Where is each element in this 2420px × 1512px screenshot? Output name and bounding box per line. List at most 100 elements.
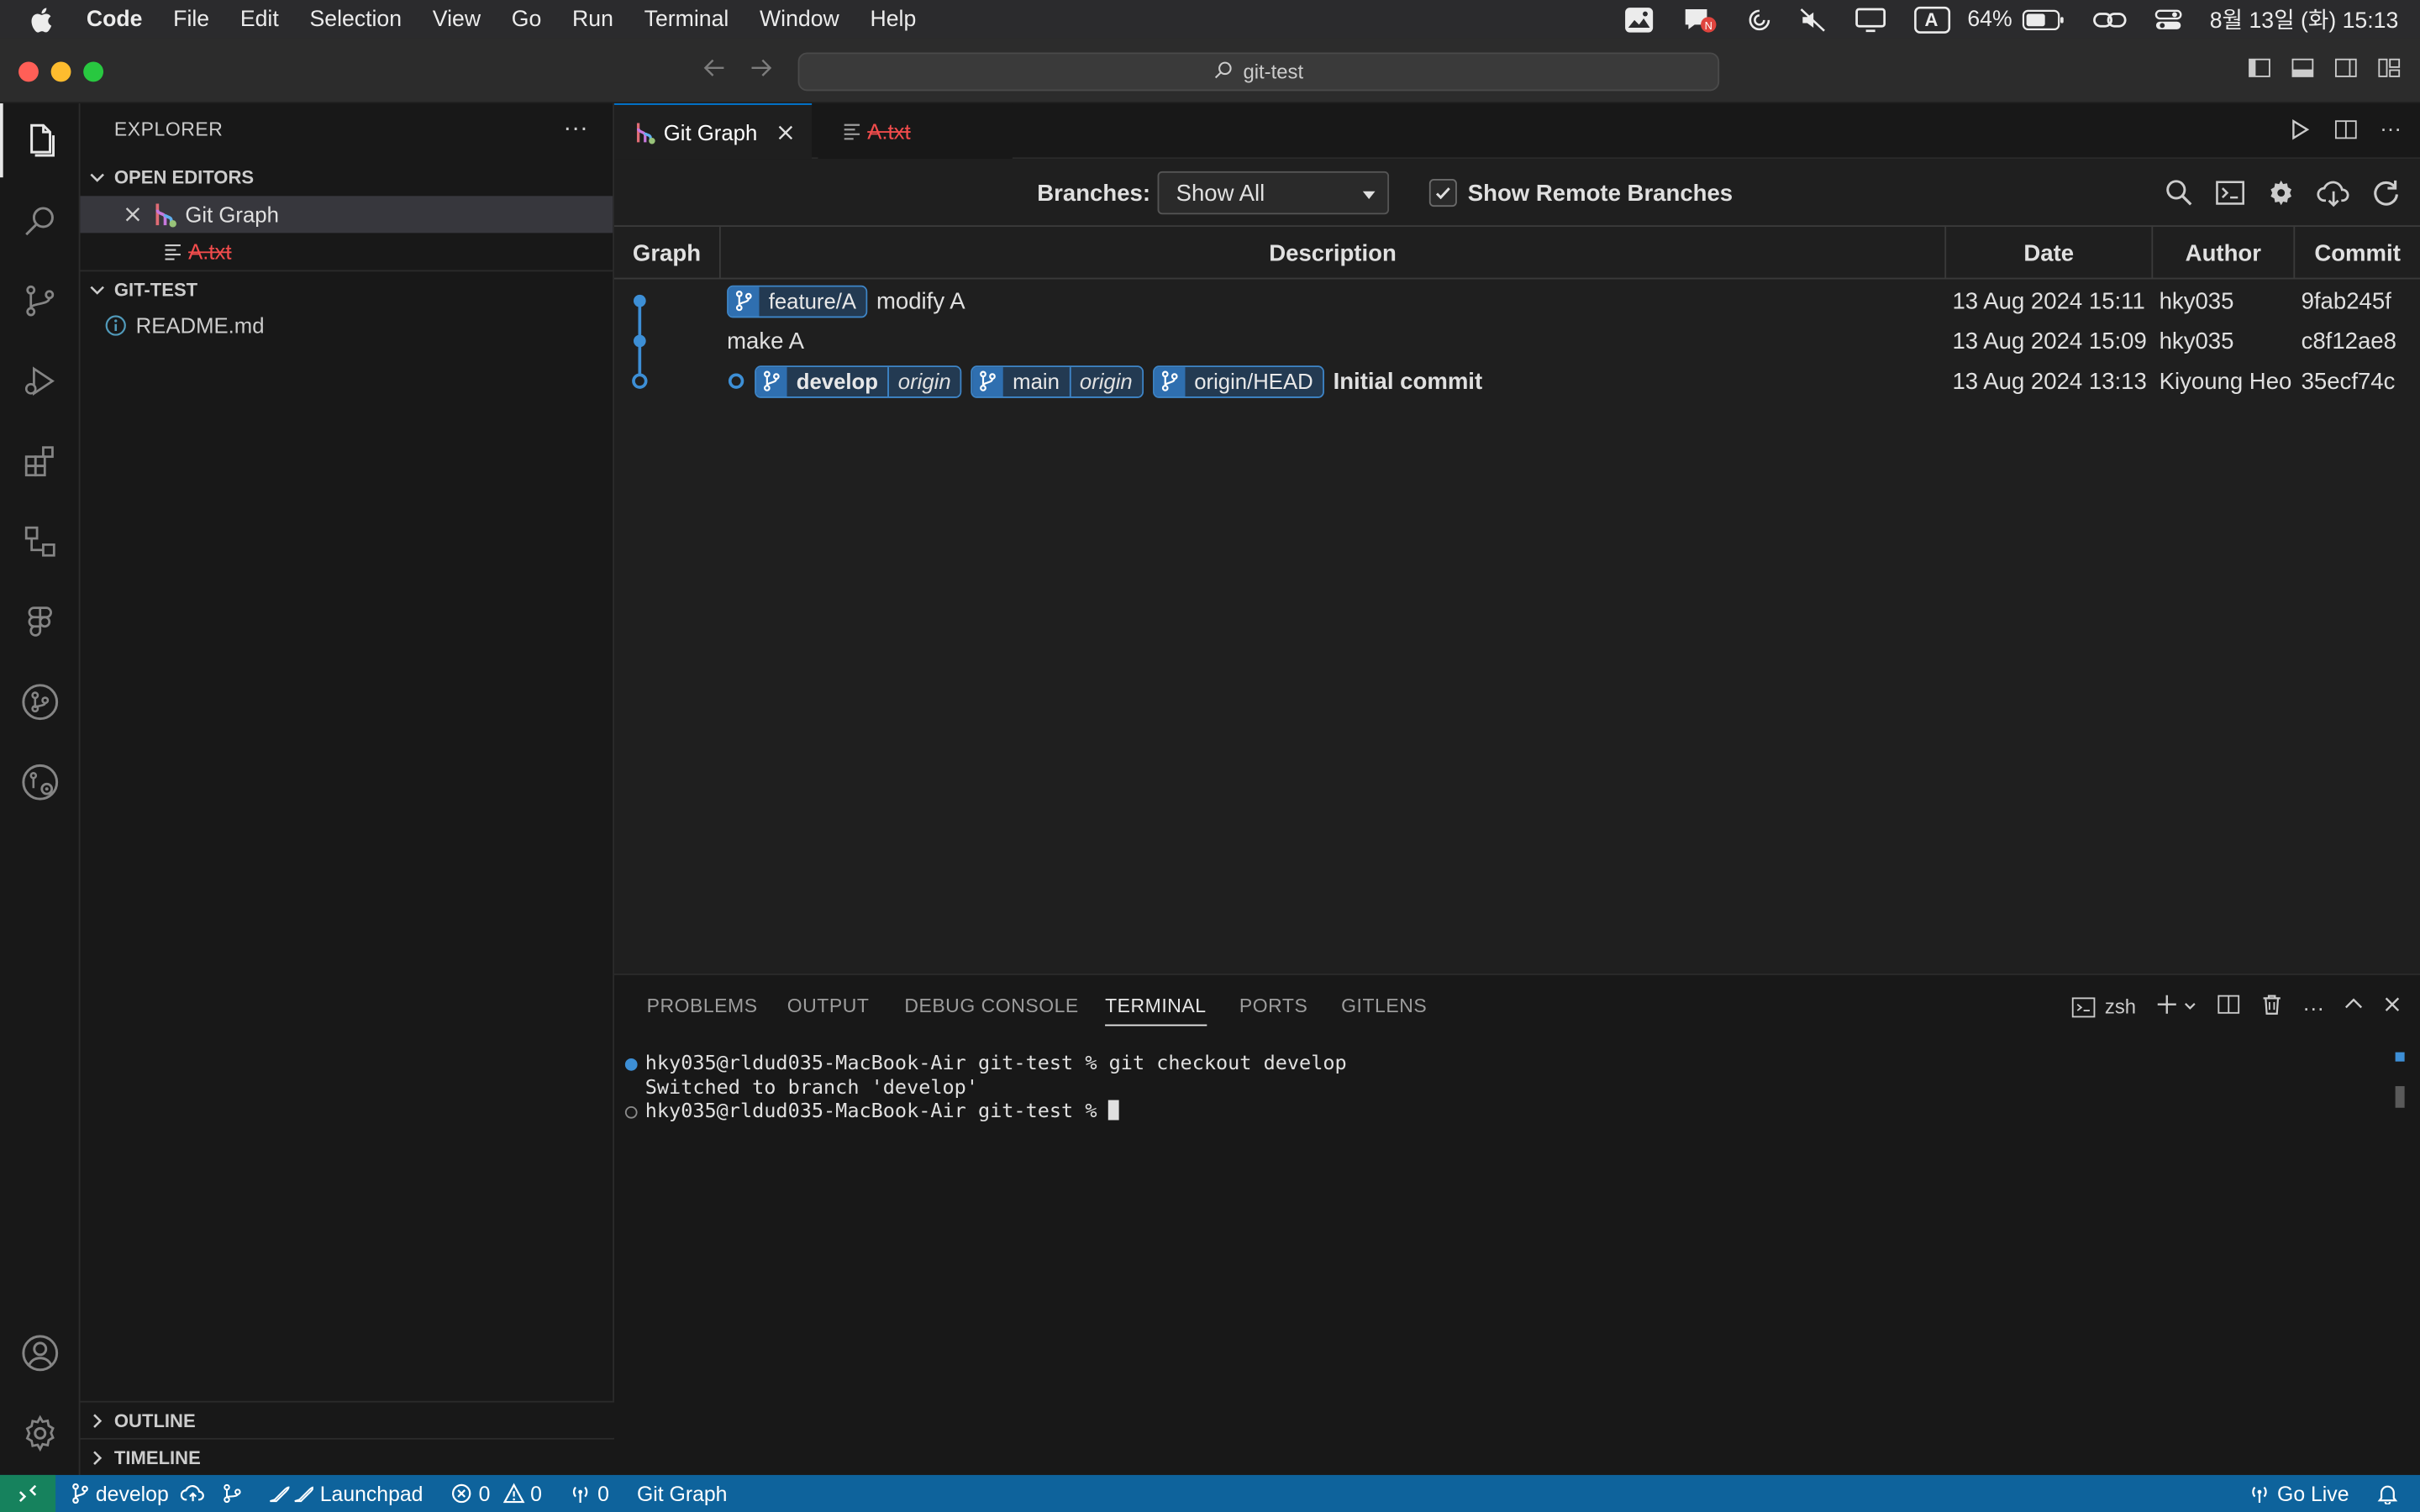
show-remote-branches-checkbox[interactable]: [1428, 179, 1457, 207]
commit-row[interactable]: make A 13 Aug 2024 15:09 hky035 c8f12ae8: [614, 321, 2420, 361]
zoom-window-button[interactable]: [83, 61, 104, 82]
panel-tab-ports[interactable]: PORTS: [1239, 995, 1307, 1017]
split-editor-icon[interactable]: [2333, 118, 2358, 150]
find-icon[interactable]: [2164, 177, 2195, 216]
tab-a-txt[interactable]: A.txt: [818, 103, 1013, 160]
toggle-secondary-sidebar-icon[interactable]: [2333, 55, 2358, 88]
remote-explorer-icon[interactable]: [0, 505, 81, 579]
branch-status[interactable]: develop: [71, 1482, 205, 1505]
more-actions-icon[interactable]: ···: [2380, 118, 2402, 150]
input-source-icon[interactable]: A: [1914, 5, 1965, 33]
photos-icon[interactable]: [1623, 5, 1655, 33]
control-center-icon[interactable]: [2154, 7, 2182, 31]
customize-layout-icon[interactable]: [2377, 55, 2402, 88]
column-graph[interactable]: Graph: [614, 227, 721, 280]
close-window-button[interactable]: [18, 61, 39, 82]
maximize-panel-icon[interactable]: [2343, 994, 2365, 1020]
close-icon[interactable]: [124, 205, 145, 223]
toggle-primary-sidebar-icon[interactable]: [2247, 55, 2271, 88]
run-icon[interactable]: [2287, 118, 2312, 150]
branch-ref-badge[interactable]: main origin: [971, 365, 1144, 397]
split-terminal-icon[interactable]: [2217, 992, 2241, 1021]
link-icon[interactable]: [2092, 7, 2127, 31]
command-center-search[interactable]: git-test: [797, 52, 1720, 92]
extensions-icon[interactable]: [0, 424, 81, 498]
source-control-icon[interactable]: [0, 264, 81, 338]
swirl-icon[interactable]: [1747, 7, 1771, 31]
ports-status[interactable]: 0: [570, 1482, 609, 1505]
refresh-icon[interactable]: [2370, 177, 2402, 216]
git-graph-icon[interactable]: [0, 665, 81, 739]
column-date[interactable]: Date: [1946, 227, 2154, 280]
toggle-panel-icon[interactable]: [2291, 55, 2315, 88]
column-description[interactable]: Description: [721, 227, 1947, 280]
fetch-cloud-icon[interactable]: [2317, 177, 2350, 216]
new-terminal-icon[interactable]: [2154, 992, 2179, 1021]
settings-icon[interactable]: [2265, 177, 2296, 216]
outline-section-header[interactable]: OUTLINE: [80, 1400, 615, 1438]
search-view-icon[interactable]: [0, 184, 81, 258]
forward-arrow-icon[interactable]: [749, 55, 773, 88]
menu-run[interactable]: Run: [572, 7, 613, 31]
panel-tab-terminal[interactable]: TERMINAL: [1105, 995, 1207, 1026]
menu-edit[interactable]: Edit: [240, 7, 279, 31]
panel-tab-problems[interactable]: PROBLEMS: [647, 995, 758, 1017]
open-editor-git-graph[interactable]: Git Graph: [80, 196, 613, 234]
menu-help[interactable]: Help: [871, 7, 917, 31]
git-graph-status[interactable]: Git Graph: [637, 1482, 728, 1505]
chevron-down-icon[interactable]: [2182, 995, 2197, 1019]
terminal-icon[interactable]: [2215, 177, 2246, 216]
branch-ref-badge[interactable]: origin/HEAD: [1152, 365, 1324, 397]
minimize-window-button[interactable]: [50, 61, 71, 82]
panel-tab-gitlens[interactable]: GITLENS: [1341, 995, 1427, 1017]
terminal-shell-selector[interactable]: zsh: [2070, 995, 2136, 1019]
go-live-status[interactable]: Go Live: [2249, 1482, 2349, 1505]
menu-go[interactable]: Go: [512, 7, 542, 31]
panel-tab-debug-console[interactable]: DEBUG CONSOLE: [904, 995, 1078, 1017]
terminal-scrollbar[interactable]: [2395, 1052, 2405, 1114]
timeline-section-header[interactable]: TIMELINE: [80, 1437, 615, 1475]
commit-row[interactable]: develop origin main origin origin/HEAD I…: [614, 361, 2420, 402]
settings-gear-icon[interactable]: [0, 1396, 81, 1470]
explorer-icon[interactable]: [0, 103, 81, 178]
panel-tab-output[interactable]: OUTPUT: [787, 995, 870, 1017]
column-commit[interactable]: Commit: [2295, 227, 2420, 279]
close-panel-icon[interactable]: [2383, 995, 2402, 1019]
clock[interactable]: 8월 13일 (화) 15:13: [2210, 3, 2399, 36]
column-author[interactable]: Author: [2153, 227, 2296, 280]
figma-icon[interactable]: [0, 585, 81, 659]
folder-header[interactable]: GIT-TEST: [80, 270, 613, 307]
trash-icon[interactable]: [2260, 992, 2284, 1021]
more-actions-icon[interactable]: ···: [563, 116, 587, 144]
menu-selection[interactable]: Selection: [309, 7, 402, 31]
messages-icon[interactable]: N: [1682, 5, 1719, 33]
more-actions-icon[interactable]: ···: [2302, 995, 2324, 1019]
menu-app-name[interactable]: Code: [87, 7, 143, 31]
commit-row[interactable]: feature/A modify A 13 Aug 2024 15:11 hky…: [614, 281, 2420, 321]
git-graph-status-icon[interactable]: [221, 1483, 245, 1504]
launchpad-status[interactable]: Launchpad: [267, 1482, 423, 1505]
display-icon[interactable]: [1855, 7, 1886, 32]
accounts-icon[interactable]: [0, 1316, 81, 1390]
gitlens-icon[interactable]: [0, 745, 81, 819]
notifications-bell-icon[interactable]: [2377, 1483, 2399, 1504]
branch-ref-badge[interactable]: feature/A: [727, 284, 867, 318]
show-remote-branches-label[interactable]: Show Remote Branches: [1468, 181, 1733, 207]
problems-status[interactable]: 0 0: [451, 1482, 542, 1505]
open-editor-a-txt[interactable]: A.txt: [81, 233, 613, 270]
command-decoration-icon[interactable]: [624, 1105, 638, 1119]
branch-ref-badge[interactable]: develop origin: [755, 365, 962, 397]
tab-git-graph[interactable]: Git Graph: [614, 103, 813, 160]
menu-file[interactable]: File: [173, 7, 209, 31]
command-decoration-icon[interactable]: [624, 1058, 638, 1071]
run-debug-icon[interactable]: [0, 344, 81, 418]
battery-icon[interactable]: [2022, 8, 2065, 30]
menu-window[interactable]: Window: [760, 7, 839, 31]
branches-dropdown[interactable]: Show All: [1157, 171, 1390, 215]
menu-terminal[interactable]: Terminal: [644, 7, 729, 31]
close-tab-icon[interactable]: [776, 123, 794, 141]
open-editors-header[interactable]: OPEN EDITORS: [81, 159, 613, 196]
back-arrow-icon[interactable]: [702, 55, 727, 88]
terminal-output[interactable]: hky035@rldud035-MacBook-Air git-test % g…: [624, 1053, 1347, 1124]
remote-indicator-icon[interactable]: [0, 1474, 56, 1512]
